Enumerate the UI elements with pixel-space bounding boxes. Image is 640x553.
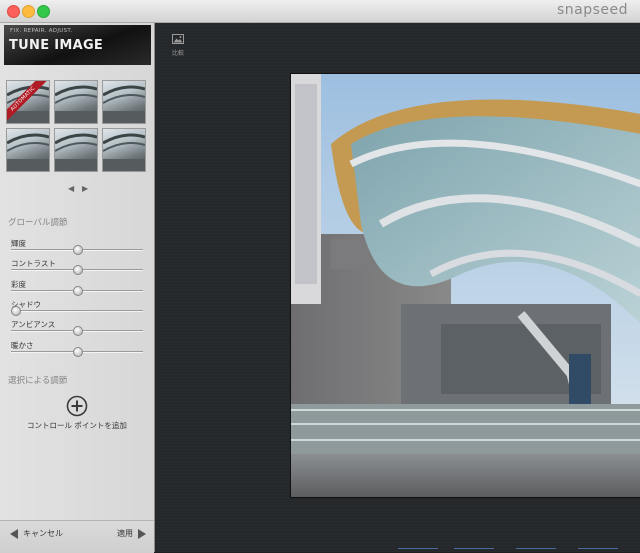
slider-knob[interactable] [73, 347, 83, 357]
preset-image-icon [55, 133, 97, 171]
cancel-button[interactable]: キャンセル [10, 528, 63, 539]
slider-knob[interactable] [73, 265, 83, 275]
arrow-left-icon [10, 528, 18, 539]
saturation-slider[interactable] [11, 286, 143, 296]
slider-knob[interactable] [73, 326, 83, 336]
global-adjust-title: グローバル調節 [8, 218, 68, 228]
contrast-slider[interactable] [11, 265, 143, 275]
preset-thumbnail[interactable] [102, 80, 146, 124]
preset-image-icon [103, 85, 145, 123]
tool-header: FIX. REPAIR. ADJUST. TUNE IMAGE [4, 25, 151, 65]
sidebar-footer: キャンセル 適用 [0, 520, 154, 553]
zoom-window-button[interactable] [37, 5, 50, 18]
arrow-right-icon [138, 528, 146, 539]
preset-thumbnail[interactable] [54, 80, 98, 124]
apply-button[interactable]: 適用 [117, 528, 146, 539]
add-control-point-icon[interactable] [66, 395, 88, 417]
compare-button[interactable]: 比較 [168, 29, 188, 57]
compare-label: 比較 [171, 50, 184, 57]
thumbnails-next-icon[interactable]: ▶ [82, 184, 88, 193]
tool-title: TUNE IMAGE [9, 38, 104, 53]
preset-thumbnail[interactable] [102, 128, 146, 172]
add-control-point-button[interactable]: コントロール ポイントを追加 [0, 420, 154, 431]
slider-knob[interactable] [11, 306, 21, 316]
preset-image-icon [7, 133, 49, 171]
photo-image [291, 74, 640, 497]
thumbnails-prev-icon[interactable]: ◀ [68, 184, 74, 193]
window-titlebar: snapseed [0, 0, 640, 23]
brightness-slider[interactable] [11, 245, 143, 255]
warmth-slider[interactable] [11, 347, 143, 357]
apply-label: 適用 [117, 529, 133, 538]
slider-knob[interactable] [73, 286, 83, 296]
preset-thumbnail-automatic[interactable]: AUTOMATIC [6, 80, 50, 124]
shadows-slider[interactable] [11, 306, 143, 316]
tool-sidebar: FIX. REPAIR. ADJUST. TUNE IMAGE AUTOMATI… [0, 23, 155, 553]
compare-image-icon [172, 34, 184, 44]
bottom-links-strip [398, 548, 618, 549]
slider-knob[interactable] [73, 245, 83, 255]
image-canvas-area: 比較 [155, 23, 640, 552]
photo-preview[interactable] [290, 73, 640, 498]
preset-thumbnail[interactable] [54, 128, 98, 172]
preset-image-icon [55, 85, 97, 123]
tool-tagline: FIX. REPAIR. ADJUST. [10, 28, 73, 34]
close-window-button[interactable] [7, 5, 20, 18]
slider-track [11, 310, 143, 312]
minimize-window-button[interactable] [22, 5, 35, 18]
ambiance-slider[interactable] [11, 326, 143, 336]
app-brand: snapseed [556, 2, 628, 18]
selective-adjust-title: 選択による調節 [8, 376, 68, 386]
preset-thumbnail[interactable] [6, 128, 50, 172]
cancel-label: キャンセル [23, 529, 63, 538]
preset-image-icon [103, 133, 145, 171]
